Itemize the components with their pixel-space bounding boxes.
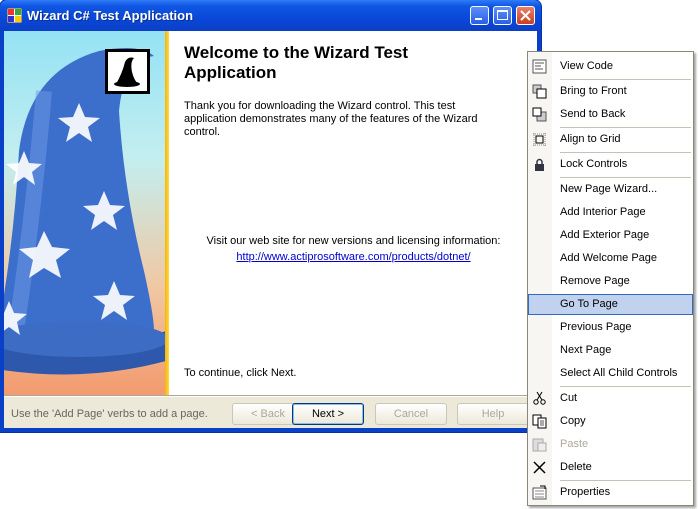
menu-item-label: Previous Page (560, 321, 632, 333)
view-code-icon (532, 59, 547, 74)
menu-item-label: View Code (560, 60, 613, 72)
menu-item-cut[interactable]: Cut (528, 388, 693, 409)
scissors-icon (532, 391, 547, 406)
menu-item-bring-to-front[interactable]: Bring to Front (528, 81, 693, 102)
menu-separator (560, 480, 691, 481)
menu-item-add-welcome-page[interactable]: Add Welcome Page (528, 248, 693, 269)
maximize-button[interactable] (493, 6, 512, 25)
status-text: Use the 'Add Page' verbs to add a page. (11, 408, 208, 420)
menu-item-send-to-back[interactable]: Send to Back (528, 104, 693, 125)
cancel-button[interactable]: Cancel (375, 403, 447, 425)
menu-item-add-exterior-page[interactable]: Add Exterior Page (528, 225, 693, 246)
menu-item-label: Cut (560, 392, 578, 404)
menu-item-label: Select All Child Controls (560, 367, 678, 379)
menu-item-label: New Page Wizard... (560, 183, 658, 195)
menu-item-remove-page[interactable]: Remove Page (528, 271, 693, 292)
menu-item-go-to-page[interactable]: Go To Page (528, 294, 693, 315)
menu-item-label: Remove Page (560, 275, 630, 287)
menu-item-label: Add Welcome Page (560, 252, 658, 264)
menu-item-label: Next Page (560, 344, 612, 356)
menu-item-label: Send to Back (560, 108, 626, 120)
menu-item-label: Add Exterior Page (560, 229, 650, 241)
wizard-page: Welcome to the Wizard Test Application T… (4, 31, 537, 395)
menu-item-view-code[interactable]: View Code (528, 56, 693, 77)
footer-divider-highlight (4, 396, 537, 397)
menu-item-add-interior-page[interactable]: Add Interior Page (528, 202, 693, 223)
context-menu: View Code Bring to Front Send to Back Al… (527, 51, 694, 506)
help-button[interactable]: Help (457, 403, 529, 425)
menu-item-new-page-wizard[interactable]: New Page Wizard... (528, 179, 693, 200)
title-bar[interactable]: Wizard C# Test Application (0, 0, 541, 31)
close-button[interactable] (516, 6, 535, 25)
menu-item-label: Add Interior Page (560, 206, 646, 218)
menu-item-lock-controls[interactable]: Lock Controls (528, 154, 693, 175)
menu-item-next-page[interactable]: Next Page (528, 340, 693, 361)
minimize-button[interactable] (470, 6, 489, 25)
menu-separator (560, 127, 691, 128)
menu-item-label: Copy (560, 415, 586, 427)
menu-item-label: Paste (560, 438, 589, 450)
menu-item-paste[interactable]: Paste (528, 434, 693, 455)
send-to-back-icon (532, 107, 547, 122)
close-icon (520, 10, 531, 21)
copy-icon (532, 414, 547, 429)
menu-item-label: Bring to Front (560, 85, 627, 97)
continue-text: To continue, click Next. (184, 367, 297, 379)
menu-item-label: Lock Controls (560, 158, 628, 170)
next-button[interactable]: Next > (292, 403, 364, 425)
menu-item-label: Properties (560, 486, 611, 498)
page-title: Welcome to the Wizard Test Application (184, 43, 409, 82)
align-to-grid-icon (532, 132, 547, 147)
website-link[interactable]: http://www.actiprosoftware.com/products/… (184, 251, 523, 263)
maximize-icon (497, 10, 508, 20)
app-icon (6, 7, 23, 24)
menu-item-label: Go To Page (560, 298, 618, 310)
wizard-hat-icon (114, 57, 140, 87)
bring-to-front-icon (532, 84, 547, 99)
menu-item-label: Align to Grid (560, 133, 621, 145)
paste-icon (532, 437, 547, 452)
menu-separator (560, 177, 691, 178)
window-title: Wizard C# Test Application (27, 8, 194, 23)
menu-item-align-to-grid[interactable]: Align to Grid (528, 129, 693, 150)
sidebar-divider (165, 31, 169, 395)
visit-text: Visit our web site for new versions and … (206, 235, 501, 247)
menu-item-previous-page[interactable]: Previous Page (528, 317, 693, 338)
menu-item-label: Delete (560, 461, 592, 473)
menu-separator (560, 152, 691, 153)
menu-item-properties[interactable]: Properties (528, 482, 693, 503)
menu-separator (560, 79, 691, 80)
wizard-client: Welcome to the Wizard Test Application T… (4, 31, 537, 428)
properties-icon (532, 485, 547, 500)
minimize-icon (475, 18, 482, 20)
delete-icon (532, 460, 547, 475)
wizard-logo (105, 49, 150, 94)
menu-separator (560, 386, 691, 387)
menu-item-delete[interactable]: Delete (528, 457, 693, 478)
lock-icon (532, 157, 547, 172)
menu-item-select-all-child-controls[interactable]: Select All Child Controls (528, 363, 693, 384)
intro-text: Thank you for downloading the Wizard con… (184, 100, 478, 138)
wizard-window: Wizard C# Test Application Welcome to th… (0, 0, 541, 432)
menu-item-copy[interactable]: Copy (528, 411, 693, 432)
